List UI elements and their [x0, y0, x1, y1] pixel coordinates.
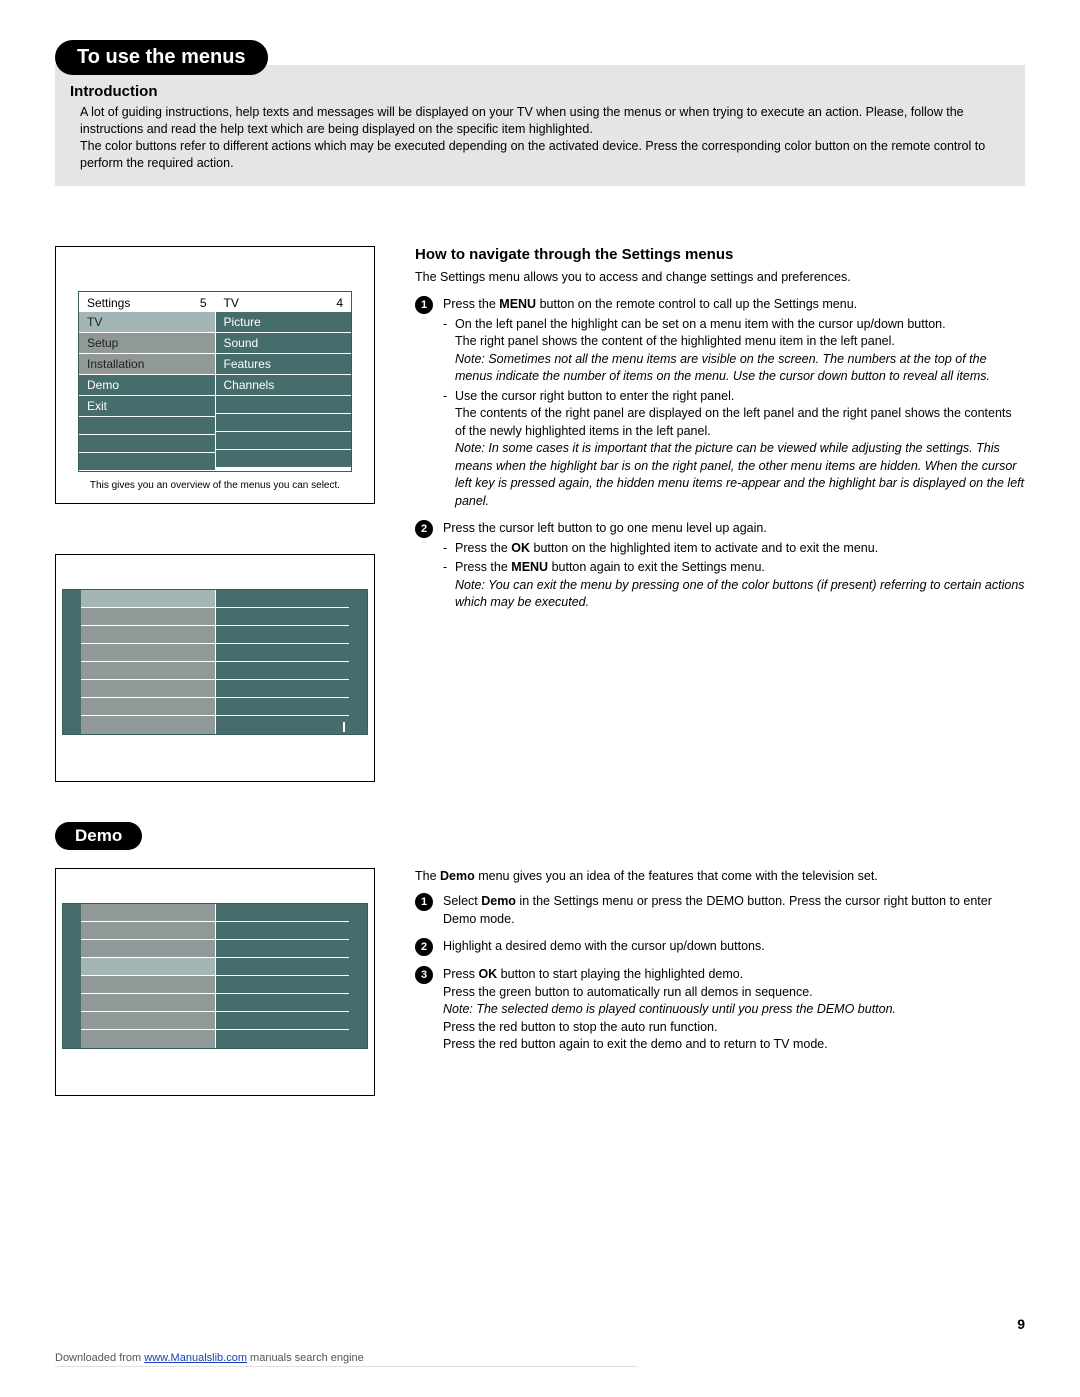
menu-left-count: 5 [200, 296, 207, 310]
step-1-note-1: Note: Sometimes not all the menu items a… [455, 351, 1025, 386]
menu-left-title: Settings [87, 296, 130, 310]
demo-pill: Demo [55, 822, 142, 850]
demo-step-1-icon: 1 [415, 893, 433, 911]
page-number: 9 [55, 1316, 1025, 1332]
intro-heading: Introduction [70, 83, 1010, 100]
menu-item-setup: Setup [79, 333, 215, 354]
submenu-empty [216, 432, 352, 450]
demo-step-3-note: Note: The selected demo is played contin… [443, 1001, 1025, 1019]
menu-caption: This gives you an overview of the menus … [78, 472, 352, 491]
menu-item-empty [79, 417, 215, 435]
blank-menu-preview-2 [55, 868, 375, 1096]
submenu-sound: Sound [216, 333, 352, 354]
demo-step-2-text: Highlight a desired demo with the cursor… [443, 938, 1025, 956]
menu-right-count: 4 [336, 296, 343, 310]
demo-step-3-l3: Press the red button to stop the auto ru… [443, 1019, 1025, 1037]
demo-intro: The Demo menu gives you an idea of the f… [415, 868, 1025, 886]
download-attribution: Downloaded from www.Manualslib.com manua… [55, 1352, 1025, 1367]
submenu-empty [216, 396, 352, 414]
step-1-text: Press the MENU button on the remote cont… [443, 296, 1025, 314]
step-2-text: Press the cursor left button to go one m… [443, 520, 1025, 538]
nav-heading: How to navigate through the Settings men… [415, 246, 1025, 263]
demo-step-3-icon: 3 [415, 966, 433, 984]
menu-item-installation: Installation [79, 354, 215, 375]
intro-paragraph-2: The color buttons refer to different act… [80, 138, 1010, 172]
introduction-box: Introduction A lot of guiding instructio… [55, 65, 1025, 186]
section-title-pill: To use the menus [55, 40, 268, 75]
nav-intro: The Settings menu allows you to access a… [415, 269, 1025, 287]
blank-menu-preview-1 [55, 554, 375, 782]
step-2-icon: 2 [415, 520, 433, 538]
step-1-sub-1: On the left panel the highlight can be s… [455, 316, 1025, 334]
demo-step-3-l4: Press the red button again to exit the d… [443, 1036, 1025, 1054]
step-1-sub-2: Use the cursor right button to enter the… [455, 388, 1025, 406]
intro-paragraph-1: A lot of guiding instructions, help text… [80, 104, 1010, 138]
menu-item-empty [79, 453, 215, 471]
submenu-empty [216, 450, 352, 468]
step-2-sub-2: Press the MENU button again to exit the … [455, 559, 1025, 577]
menu-item-exit: Exit [79, 396, 215, 417]
demo-step-3-text: Press OK button to start playing the hig… [443, 966, 1025, 984]
step-1-note-2: Note: In some cases it is important that… [455, 440, 1025, 510]
submenu-features: Features [216, 354, 352, 375]
menu-item-empty [79, 435, 215, 453]
step-2-sub-1: Press the OK button on the highlighted i… [455, 540, 1025, 558]
menu-item-demo: Demo [79, 375, 215, 396]
demo-step-3-l2: Press the green button to automatically … [443, 984, 1025, 1002]
settings-menu-preview: Settings 5 TV Setup Installation Demo Exi… [55, 246, 375, 504]
submenu-empty [216, 414, 352, 432]
step-1-sub-1b: The right panel shows the content of the… [455, 333, 1025, 351]
pill-header: To use the menus [55, 40, 1025, 75]
submenu-picture: Picture [216, 312, 352, 333]
step-1-icon: 1 [415, 296, 433, 314]
demo-step-1-text: Select Demo in the Settings menu or pres… [443, 893, 1025, 928]
step-2-note: Note: You can exit the menu by pressing … [455, 577, 1025, 612]
demo-step-2-icon: 2 [415, 938, 433, 956]
submenu-channels: Channels [216, 375, 352, 396]
step-1-sub-2b: The contents of the right panel are disp… [455, 405, 1025, 440]
menu-item-tv: TV [79, 312, 215, 333]
demo-section: Demo [55, 822, 1025, 850]
menu-right-title: TV [224, 296, 239, 310]
manualslib-link[interactable]: www.Manualslib.com [144, 1352, 247, 1364]
